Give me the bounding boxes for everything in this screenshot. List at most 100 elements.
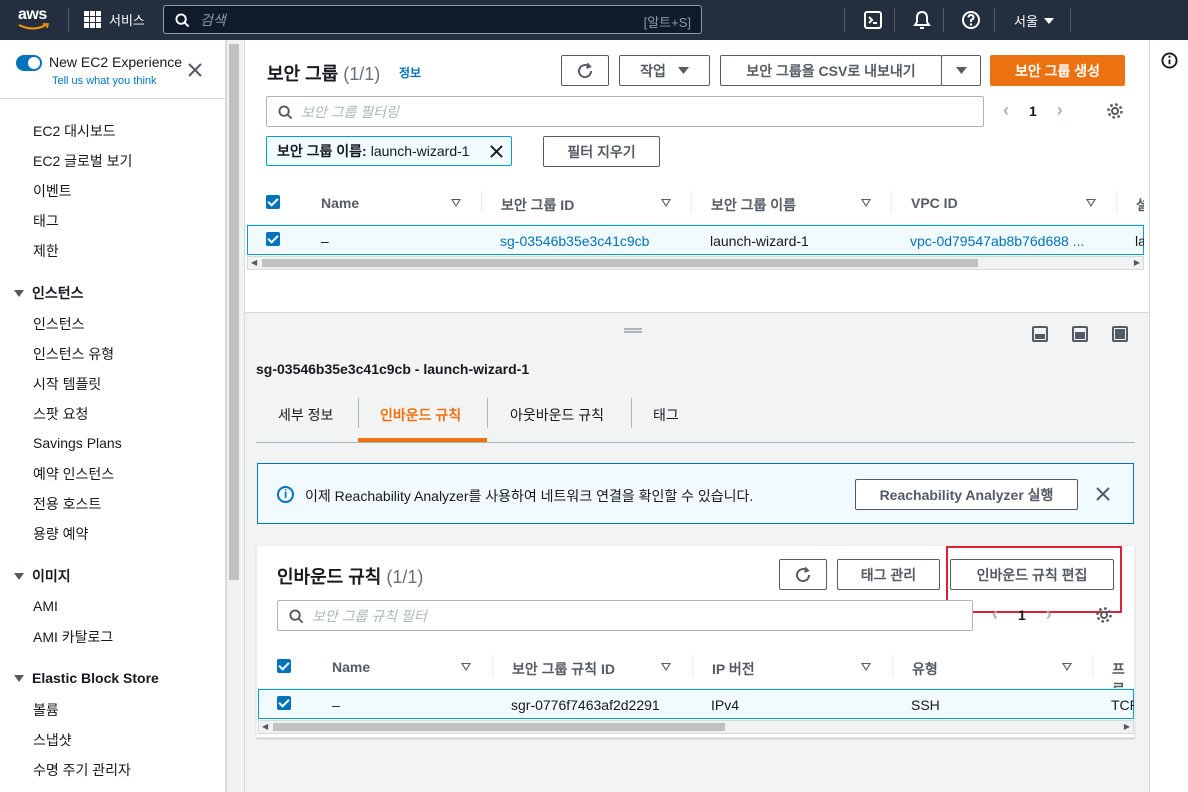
export-dropdown-button[interactable] [941, 55, 981, 86]
new-experience-toggle[interactable]: New EC2 Experience Tell us what you thin… [16, 54, 182, 87]
nav-item-dedicated-hosts[interactable]: 전용 호스트 [33, 494, 101, 514]
sort-icon[interactable] [1062, 663, 1072, 671]
tab-details[interactable]: 세부 정보 [278, 405, 333, 425]
resize-handle[interactable] [624, 328, 642, 333]
cell-sg-id-link[interactable]: sg-03546b35e3c41c9cb [500, 233, 649, 249]
bell-icon[interactable] [912, 10, 932, 30]
toggle-switch[interactable] [16, 55, 42, 71]
nav-item-limits[interactable]: 제한 [33, 241, 59, 261]
nav-item-volumes[interactable]: 볼륨 [33, 700, 59, 720]
column-divider[interactable] [492, 655, 493, 677]
help-icon[interactable] [961, 10, 981, 30]
nav-item-instances[interactable]: 인스턴스 [33, 314, 85, 334]
nav-item-ami-catalog[interactable]: AMI 카탈로그 [33, 627, 113, 647]
tab-inbound-rules[interactable]: 인바운드 규칙 [380, 405, 461, 425]
services-menu[interactable]: 서비스 [84, 10, 145, 29]
close-icon[interactable] [1096, 487, 1110, 501]
sort-icon[interactable] [661, 663, 671, 671]
search-bar[interactable]: [알트+S] [163, 5, 702, 34]
sort-icon[interactable] [861, 663, 871, 671]
select-all-checkbox[interactable] [266, 195, 280, 209]
column-header-name[interactable]: Name [321, 195, 359, 211]
nav-section-instances[interactable]: 인스턴스 [14, 283, 84, 303]
nav-section-images[interactable]: 이미지 [14, 566, 71, 586]
panel-split-icon[interactable] [1072, 326, 1088, 342]
table-row[interactable] [258, 689, 1134, 719]
scroll-right-icon[interactable]: ▶ [1134, 258, 1140, 267]
sort-icon[interactable] [661, 199, 671, 207]
sort-icon[interactable] [461, 663, 471, 671]
refresh-button[interactable] [561, 55, 609, 86]
chevron-right-icon[interactable]: › [1057, 100, 1063, 121]
tab-tags[interactable]: 태그 [653, 405, 679, 425]
run-reachability-analyzer-button[interactable]: Reachability Analyzer 실행 [855, 479, 1078, 510]
column-header-ip-version[interactable]: IP 버전 [712, 659, 755, 679]
nav-item-snapshots[interactable]: 스냅샷 [33, 730, 72, 750]
rule-filter[interactable] [277, 600, 973, 631]
tab-outbound-rules[interactable]: 아웃바운드 규칙 [510, 405, 604, 425]
nav-item-ami[interactable]: AMI [33, 598, 58, 614]
select-all-checkbox[interactable] [277, 659, 291, 673]
nav-item-capacity-reservations[interactable]: 용량 예약 [33, 524, 88, 544]
nav-item-spot-requests[interactable]: 스팟 요청 [33, 404, 88, 424]
sort-icon[interactable] [451, 199, 461, 207]
scrollbar-thumb[interactable] [262, 259, 978, 267]
column-divider[interactable] [481, 191, 482, 213]
panel-bottom-icon[interactable] [1032, 326, 1048, 342]
sort-icon[interactable] [1086, 199, 1096, 207]
nav-item-events[interactable]: 이벤트 [33, 181, 72, 201]
security-group-filter[interactable] [266, 96, 984, 127]
cloudshell-icon[interactable] [863, 10, 883, 30]
actions-button[interactable]: 작업 [619, 55, 710, 86]
column-header-description[interactable]: 설 [1136, 195, 1144, 215]
region-selector[interactable]: 서울 [1014, 11, 1054, 30]
column-header-sg-name[interactable]: 보안 그룹 이름 [711, 195, 796, 215]
nav-item-ec2-global-view[interactable]: EC2 글로벌 보기 [33, 151, 132, 171]
column-divider[interactable] [692, 655, 693, 677]
column-header-rule-id[interactable]: 보안 그룹 규칙 ID [512, 659, 615, 679]
sort-icon[interactable] [861, 199, 871, 207]
column-divider[interactable] [691, 191, 692, 213]
column-header-sg-id[interactable]: 보안 그룹 ID [501, 195, 574, 215]
export-csv-button[interactable]: 보안 그룹을 CSV로 내보내기 [720, 55, 942, 86]
gear-icon[interactable] [1106, 102, 1124, 120]
column-header-name[interactable]: Name [332, 659, 370, 675]
column-divider[interactable] [892, 655, 893, 677]
horizontal-scrollbar[interactable]: ◀ ▶ [247, 256, 1144, 270]
row-checkbox[interactable] [266, 232, 280, 246]
info-link[interactable]: 정보 [399, 64, 421, 81]
nav-item-savings-plans[interactable]: Savings Plans [33, 435, 122, 451]
aws-logo[interactable]: aws [18, 6, 54, 34]
nav-item-launch-templates[interactable]: 시작 템플릿 [33, 374, 101, 394]
feedback-link[interactable]: Tell us what you think [52, 75, 157, 87]
close-icon[interactable] [188, 63, 202, 77]
refresh-button[interactable] [779, 559, 827, 590]
chevron-left-icon[interactable]: ‹ [1003, 100, 1009, 121]
filter-input[interactable] [301, 103, 901, 120]
rule-filter-input[interactable] [312, 607, 912, 624]
search-input[interactable] [200, 11, 620, 28]
nav-item-lifecycle-manager[interactable]: 수명 주기 관리자 [33, 760, 131, 780]
nav-item-instance-types[interactable]: 인스턴스 유형 [33, 344, 114, 364]
chevron-right-icon[interactable]: › [1046, 604, 1052, 625]
column-divider[interactable] [1092, 655, 1093, 677]
scroll-left-icon[interactable]: ◀ [262, 722, 268, 731]
column-divider[interactable] [891, 191, 892, 213]
clear-filters-button[interactable]: 필터 지우기 [543, 136, 660, 167]
page-number[interactable]: 1 [1029, 103, 1037, 119]
nav-item-tags[interactable]: 태그 [33, 211, 59, 231]
nav-item-ec2-dashboard[interactable]: EC2 대시보드 [33, 121, 116, 141]
scroll-left-icon[interactable]: ◀ [251, 258, 257, 267]
row-checkbox[interactable] [277, 696, 291, 710]
manage-tags-button[interactable]: 태그 관리 [837, 559, 940, 590]
page-number[interactable]: 1 [1018, 607, 1026, 623]
scrollbar-thumb[interactable] [273, 723, 725, 731]
scrollbar-thumb[interactable] [229, 44, 239, 580]
column-divider[interactable] [1116, 191, 1117, 213]
nav-section-ebs[interactable]: Elastic Block Store [14, 670, 159, 686]
panel-full-icon[interactable] [1112, 326, 1128, 342]
scroll-right-icon[interactable]: ▶ [1124, 722, 1130, 731]
nav-item-reserved-instances[interactable]: 예약 인스턴스 [33, 464, 114, 484]
column-header-vpc-id[interactable]: VPC ID [911, 195, 958, 211]
gear-icon[interactable] [1095, 606, 1113, 624]
